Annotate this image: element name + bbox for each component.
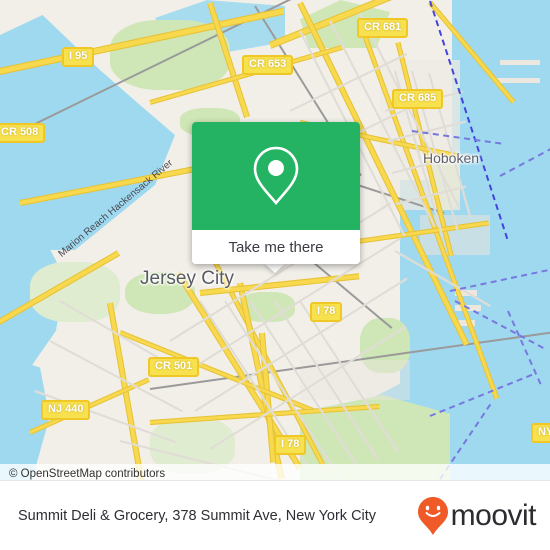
popup-pointer-tail bbox=[264, 263, 286, 273]
popup-header bbox=[192, 122, 360, 230]
place-label-jersey-city: Jersey City bbox=[140, 268, 234, 289]
map-pin-icon bbox=[253, 146, 299, 206]
road-shield-i78-south[interactable]: I 78 bbox=[274, 435, 307, 455]
road-shield-nj440[interactable]: NJ 440 bbox=[41, 400, 91, 420]
water-hudson-river bbox=[452, 0, 550, 210]
take-me-there-label: Take me there bbox=[228, 238, 324, 256]
road-shield-cr685[interactable]: CR 685 bbox=[392, 89, 444, 109]
moovit-map-share-card: Marion Reach Hackensack River Jersey Cit… bbox=[0, 0, 550, 550]
road-shield-i78-north[interactable]: I 78 bbox=[310, 302, 343, 322]
moovit-smiling-pin-icon bbox=[417, 496, 448, 535]
road-shield-i95[interactable]: I 95 bbox=[62, 47, 95, 67]
road-shield-cr501[interactable]: CR 501 bbox=[148, 357, 200, 377]
pier-5 bbox=[496, 78, 540, 83]
destination-popup[interactable]: Take me there bbox=[192, 122, 360, 264]
moovit-wordmark: moovit bbox=[450, 498, 537, 532]
osm-attribution-bar: © OpenStreetMap contributors bbox=[0, 464, 550, 480]
road-shield-ny[interactable]: NY bbox=[531, 423, 550, 443]
place-label-hoboken: Hoboken bbox=[423, 150, 480, 166]
road-shield-cr508[interactable]: CR 508 bbox=[0, 123, 46, 143]
road-shield-cr681[interactable]: CR 681 bbox=[357, 18, 409, 38]
footer-bar: Summit Deli & Grocery, 378 Summit Ave, N… bbox=[0, 480, 550, 550]
moovit-brand[interactable]: moovit bbox=[417, 496, 550, 536]
place-title: Summit Deli & Grocery, 378 Summit Ave, N… bbox=[18, 507, 377, 524]
osm-attribution-text[interactable]: © OpenStreetMap contributors bbox=[0, 468, 165, 480]
pier-4 bbox=[500, 60, 540, 65]
take-me-there-button[interactable]: Take me there bbox=[192, 230, 360, 264]
road-shield-cr653[interactable]: CR 653 bbox=[242, 55, 294, 75]
